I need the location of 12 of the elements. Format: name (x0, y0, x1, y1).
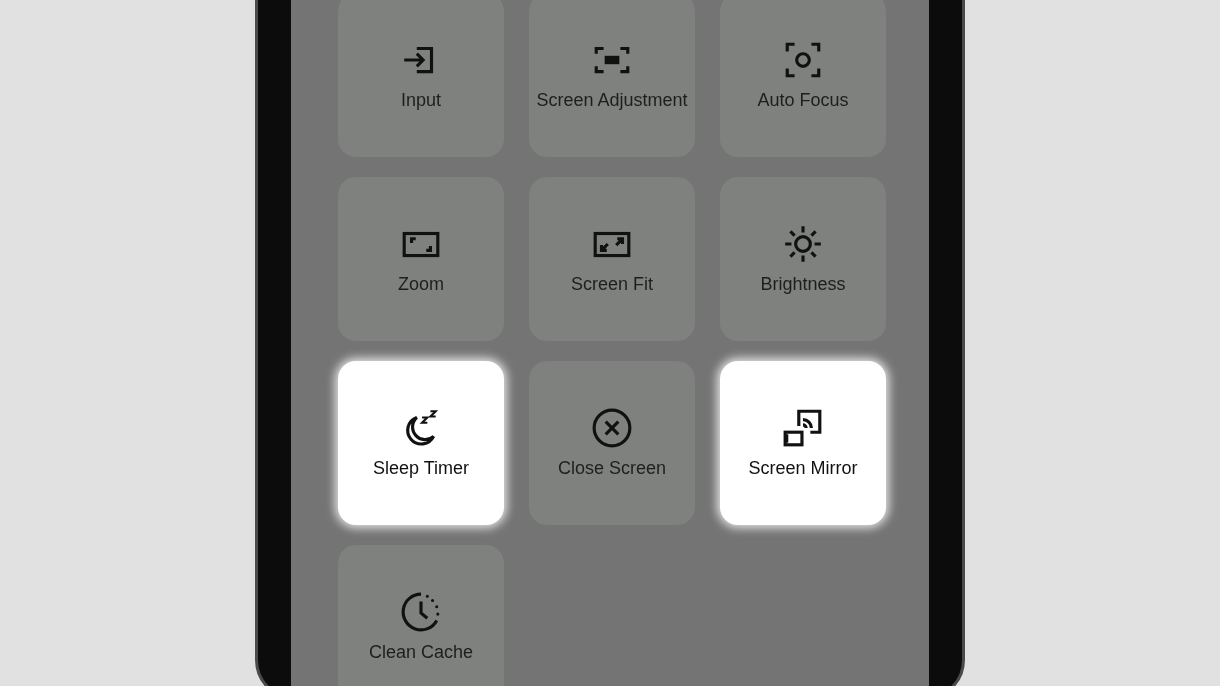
menu-tile[interactable]: Auto Focus (720, 0, 886, 157)
close-circle-icon (591, 406, 633, 449)
menu-tile[interactable]: Brightness (720, 177, 886, 341)
menu-tile[interactable]: Close Screen (529, 361, 695, 525)
menu-tile[interactable]: Screen Adjustment (529, 0, 695, 157)
menu-tile[interactable]: Sleep Timer (338, 361, 504, 525)
menu-tile[interactable]: Clean Cache (338, 545, 504, 686)
menu-tile[interactable]: Screen Mirror (720, 361, 886, 525)
menu-tile[interactable]: Zoom (338, 177, 504, 341)
dotted-clock-icon (400, 590, 442, 633)
menu-tile[interactable]: Screen Fit (529, 177, 695, 341)
menu-tile[interactable]: Input (338, 0, 504, 157)
